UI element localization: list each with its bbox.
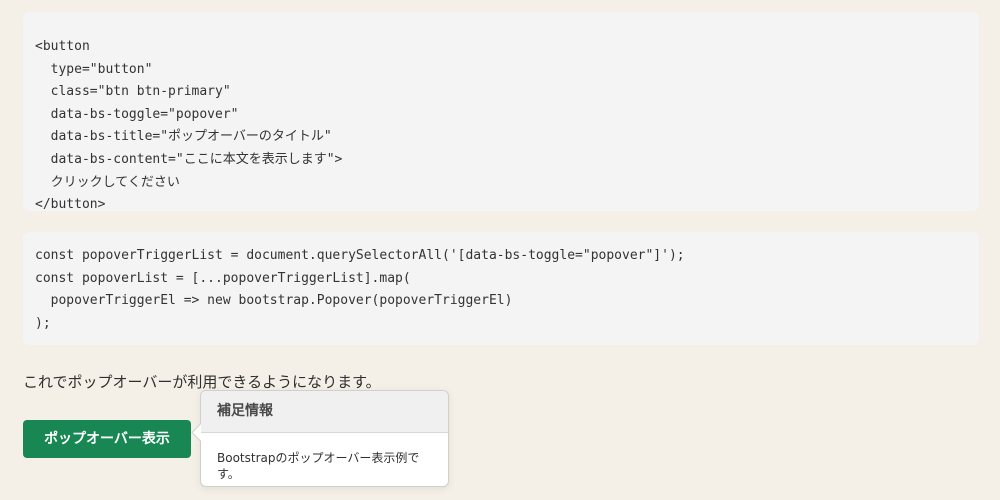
code-line: type="button"	[35, 61, 153, 77]
code-line: <button	[35, 39, 90, 54]
code-line: const popoverList = [...popoverTriggerLi…	[35, 270, 411, 286]
show-popover-button[interactable]: ポップオーバー表示	[23, 420, 191, 458]
code-line: data-bs-content="ここに本文を表示します">	[35, 151, 343, 167]
popover: 補足情報 Bootstrapのポップオーバー表示例です。	[191, 390, 449, 487]
code-line: data-bs-title="ポップオーバーのタイトル"	[35, 129, 332, 145]
code-line: const popoverTriggerList = document.quer…	[35, 248, 685, 263]
lead-text: これでポップオーバーが利用できるようになります。	[23, 373, 381, 391]
code-html: <button type="button" class="btn btn-pri…	[23, 12, 979, 217]
code-line: );	[35, 315, 51, 331]
code-js: const popoverTriggerList = document.quer…	[23, 232, 979, 335]
code-line: class="btn btn-primary"	[35, 84, 231, 100]
code-line: クリックしてください	[35, 174, 180, 190]
code-line: popoverTriggerEl => new bootstrap.Popove…	[35, 293, 513, 309]
code-block-html: <button type="button" class="btn btn-pri…	[23, 12, 979, 212]
code-line: data-bs-toggle="popover"	[35, 106, 239, 122]
code-line: </button>	[35, 197, 106, 213]
popover-title: 補足情報	[201, 391, 448, 433]
popover-body: Bootstrapのポップオーバー表示例です。	[217, 451, 420, 481]
code-block-js: const popoverTriggerList = document.quer…	[23, 232, 979, 345]
